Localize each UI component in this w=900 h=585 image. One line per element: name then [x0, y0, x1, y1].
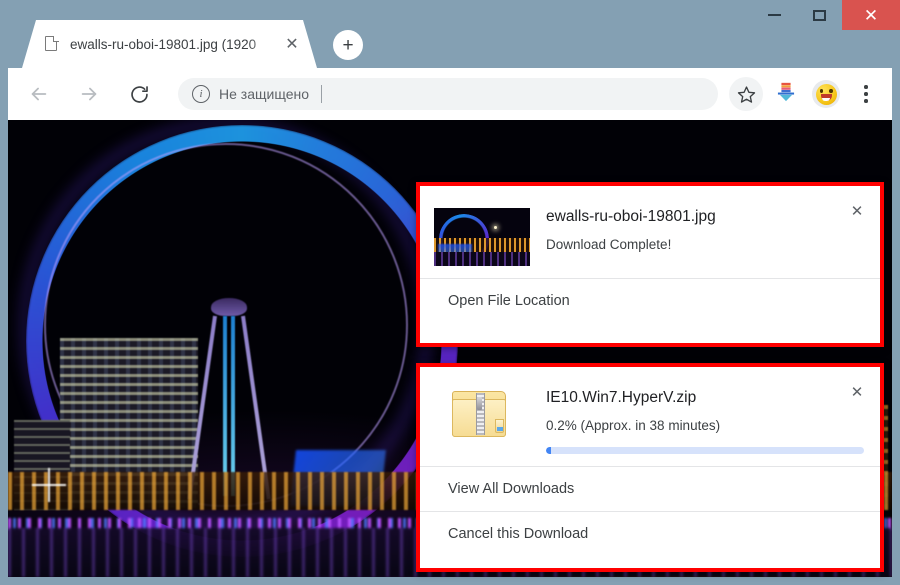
tab-title: ewalls-ru-oboi-19801.jpg (1920 [70, 36, 257, 52]
download-progress-fill [546, 447, 552, 454]
security-status-label: Не защищено [219, 86, 309, 102]
image-thumbnail-icon [434, 208, 530, 266]
zip-folder-icon [434, 385, 530, 447]
download-summary: ewalls-ru-oboi-19801.jpg Download Comple… [420, 186, 880, 278]
forward-arrow-icon [78, 83, 100, 105]
bookmark-button[interactable] [729, 77, 763, 111]
browser-window: ✕ ewalls-ru-oboi-19801.jpg (1920 ✕ + i Н… [0, 0, 900, 585]
download-panel-complete: ewalls-ru-oboi-19801.jpg Download Comple… [416, 182, 884, 347]
cancel-download-button[interactable]: Cancel this Download [420, 511, 880, 556]
close-tab-icon[interactable]: ✕ [281, 33, 303, 55]
download-summary: IE10.Win7.HyperV.zip 0.2% (Approx. in 38… [420, 367, 880, 466]
browser-toolbar: i Не защищено [8, 68, 892, 120]
reload-button[interactable] [119, 74, 159, 114]
download-status: 0.2% (Approx. in 38 minutes) [546, 418, 721, 433]
profile-avatar-button[interactable] [809, 77, 843, 111]
text-caret [321, 85, 322, 103]
view-all-downloads-button[interactable]: View All Downloads [420, 466, 880, 511]
reload-arrow-icon [129, 84, 150, 105]
download-extension-icon [775, 81, 797, 108]
close-download-panel-button[interactable]: ✕ [846, 200, 868, 222]
back-arrow-icon [28, 83, 50, 105]
download-filename: ewalls-ru-oboi-19801.jpg [546, 208, 716, 225]
close-download-panel-button[interactable]: ✕ [846, 381, 868, 403]
download-progress-bar [546, 447, 864, 454]
info-icon[interactable]: i [192, 85, 210, 103]
tab-strip: ewalls-ru-oboi-19801.jpg (1920 ✕ + [0, 0, 900, 68]
download-status: Download Complete! [546, 237, 672, 252]
download-extension-button[interactable] [769, 77, 803, 111]
three-dot-menu-icon [864, 85, 868, 103]
tab-active[interactable]: ewalls-ru-oboi-19801.jpg (1920 ✕ [22, 20, 317, 68]
address-bar[interactable]: i Не защищено [178, 78, 718, 110]
smiley-icon [815, 83, 837, 105]
star-icon [729, 77, 763, 111]
avatar [812, 80, 840, 108]
back-button[interactable] [19, 74, 59, 114]
forward-button[interactable] [69, 74, 109, 114]
browser-menu-button[interactable] [849, 77, 883, 111]
new-tab-button[interactable]: + [333, 30, 363, 60]
open-file-location-button[interactable]: Open File Location [420, 278, 880, 323]
download-panel-in-progress: IE10.Win7.HyperV.zip 0.2% (Approx. in 38… [416, 363, 884, 572]
document-icon [44, 35, 60, 53]
download-filename: IE10.Win7.HyperV.zip [546, 389, 697, 406]
